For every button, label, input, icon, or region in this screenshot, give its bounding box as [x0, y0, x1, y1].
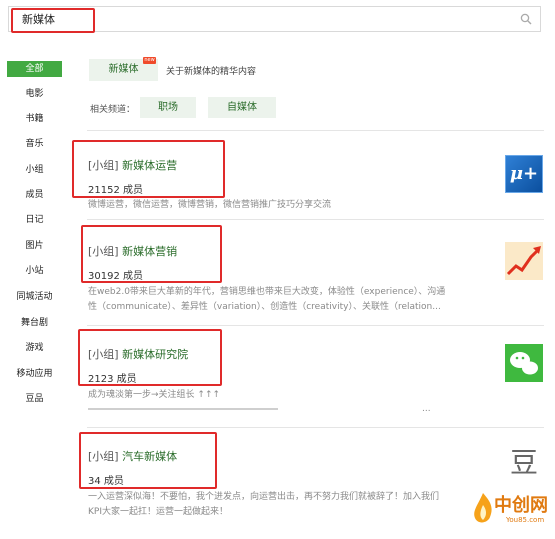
related-channels-label: 相关频道：: [90, 105, 136, 115]
group-thumbnail[interactable]: μ+: [505, 155, 543, 193]
sidebar-item-apps[interactable]: 移动应用: [7, 366, 62, 382]
sidebar-item-all[interactable]: 全部: [7, 61, 62, 77]
divider: [87, 219, 544, 220]
result-description: 性（communicate）、差异性（variation）、创造性（creati…: [88, 302, 441, 312]
sidebar-item-music[interactable]: 音乐: [7, 136, 62, 152]
flame-icon: [474, 493, 492, 523]
result-description-more: ...: [422, 404, 431, 414]
divider: [87, 325, 544, 326]
result-link[interactable]: 新媒体运营: [122, 159, 177, 172]
result-link[interactable]: 新媒体营销: [122, 245, 177, 258]
growth-chart-icon[interactable]: [505, 242, 543, 280]
mu-logo-icon: μ+: [509, 163, 539, 184]
sidebar-item-goods[interactable]: 豆品: [7, 391, 62, 407]
result-description: 微博运营，微信运营，微博营销，微信营销推广技巧分享交流: [88, 200, 332, 210]
douban-logo-icon[interactable]: 豆: [507, 446, 541, 480]
sidebar-item-drama[interactable]: 舞台剧: [7, 315, 62, 331]
sidebar-item-movies[interactable]: 电影: [7, 86, 62, 102]
related-channel-we-media[interactable]: 自媒体: [208, 97, 276, 118]
result-title[interactable]: [小组] 新媒体营销: [88, 243, 177, 259]
result-member-count: 30192 成员: [88, 271, 143, 282]
watermark-logo: 中创网 You85.com: [470, 487, 552, 535]
new-badge: new: [143, 57, 156, 64]
result-description: KPI大家一起扛！运营一起做起来！: [88, 507, 228, 517]
sidebar-item-groups[interactable]: 小组: [7, 162, 62, 178]
divider: [87, 130, 544, 131]
divider: [87, 427, 544, 428]
result-title[interactable]: [小组] 新媒体研究院: [88, 346, 188, 362]
watermark-text: 中创网: [494, 495, 548, 516]
result-title[interactable]: [小组] 汽车新媒体: [88, 448, 177, 464]
sidebar-item-books[interactable]: 书籍: [7, 111, 62, 127]
result-title[interactable]: [小组] 新媒体运营: [88, 157, 177, 173]
result-tag: [小组]: [88, 159, 119, 172]
result-description: 一入运营深似海！不要怕，我个进发点，向运营出击，再不努力我们就被辞了！加入我们: [88, 492, 440, 502]
result-tag: [小组]: [88, 245, 119, 258]
result-member-count: 34 成员: [88, 476, 124, 487]
result-tag: [小组]: [88, 450, 119, 463]
result-tag: [小组]: [88, 348, 119, 361]
page-subtitle: 关于新媒体的精华内容: [166, 67, 257, 77]
search-highlight: [11, 8, 95, 33]
watermark-subtext: You85.com: [506, 516, 545, 524]
result-description: 在web2.0带来巨大革新的年代，营销思维也带来巨大改变，体验性（experie…: [88, 287, 446, 297]
sidebar-item-sites[interactable]: 小站: [7, 263, 62, 279]
result-description: 成为魂淡第一步→关注组长 ↑↑↑: [88, 390, 221, 400]
sidebar-item-photos[interactable]: 图片: [7, 238, 62, 254]
related-channel-career[interactable]: 职场: [140, 97, 196, 118]
wechat-icon[interactable]: [505, 344, 543, 382]
result-member-count: 21152 成员: [88, 185, 143, 196]
search-icon[interactable]: [520, 13, 532, 25]
result-member-count: 2123 成员: [88, 374, 137, 385]
sidebar-item-diary[interactable]: 日记: [7, 212, 62, 228]
result-link[interactable]: 新媒体研究院: [122, 348, 188, 361]
sidebar-item-games[interactable]: 游戏: [7, 340, 62, 356]
result-link[interactable]: 汽车新媒体: [122, 450, 177, 463]
progress-line: [88, 408, 278, 410]
sidebar-item-members[interactable]: 成员: [7, 187, 62, 203]
sidebar-item-events[interactable]: 同城活动: [7, 289, 62, 305]
